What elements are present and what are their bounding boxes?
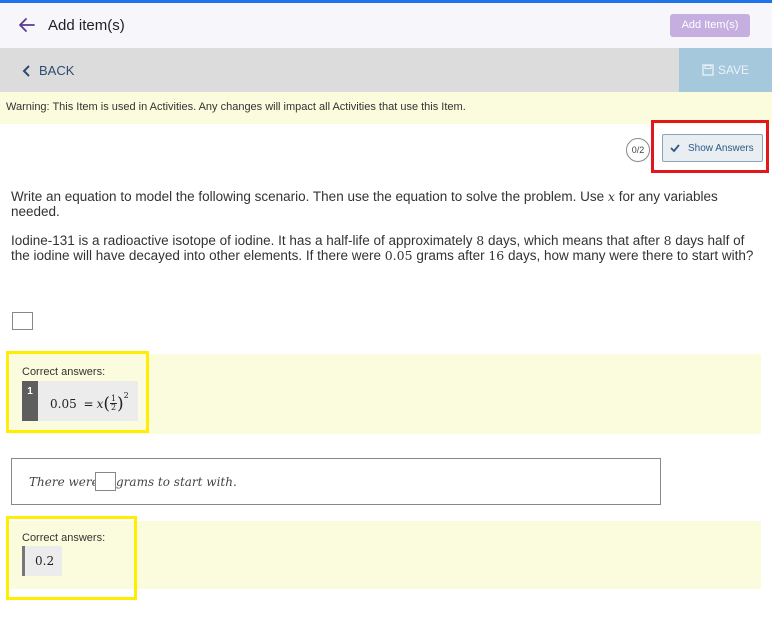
save-button[interactable]: SAVE bbox=[679, 48, 772, 92]
show-answers-toggle[interactable]: Show Answers bbox=[662, 134, 763, 162]
show-answers-label: Show Answers bbox=[688, 142, 754, 154]
editor-toolbar: BACK SAVE bbox=[0, 48, 772, 92]
back-arrow-icon[interactable] bbox=[18, 16, 36, 34]
highlight-frame-answer-2 bbox=[6, 516, 137, 600]
chevron-left-icon bbox=[22, 64, 30, 77]
checkmark-icon bbox=[670, 144, 680, 153]
sentence-suffix: grams to start with. bbox=[116, 475, 237, 489]
question-stem: Write an equation to model the following… bbox=[11, 189, 761, 277]
question-instructions: Write an equation to model the following… bbox=[11, 189, 718, 219]
page-header: Add item(s) Add Item(s) bbox=[0, 3, 772, 48]
highlight-frame-answer-1 bbox=[6, 351, 149, 433]
back-button-label: BACK bbox=[39, 63, 75, 78]
sentence-prefix: There were bbox=[29, 475, 99, 489]
save-disk-icon bbox=[702, 64, 714, 76]
back-button[interactable]: BACK bbox=[22, 63, 74, 78]
fill-in-sentence-box: There were grams to start with. bbox=[11, 458, 661, 505]
save-button-label: SAVE bbox=[717, 63, 750, 77]
score-badge: 0/2 bbox=[626, 138, 650, 162]
equation-response-input[interactable] bbox=[12, 312, 33, 330]
page-title: Add item(s) bbox=[48, 17, 125, 34]
add-items-button[interactable]: Add Item(s) bbox=[670, 14, 750, 37]
question-scenario: Iodine-131 is a radioactive isotope of i… bbox=[11, 233, 754, 263]
grams-response-input[interactable] bbox=[95, 472, 116, 491]
